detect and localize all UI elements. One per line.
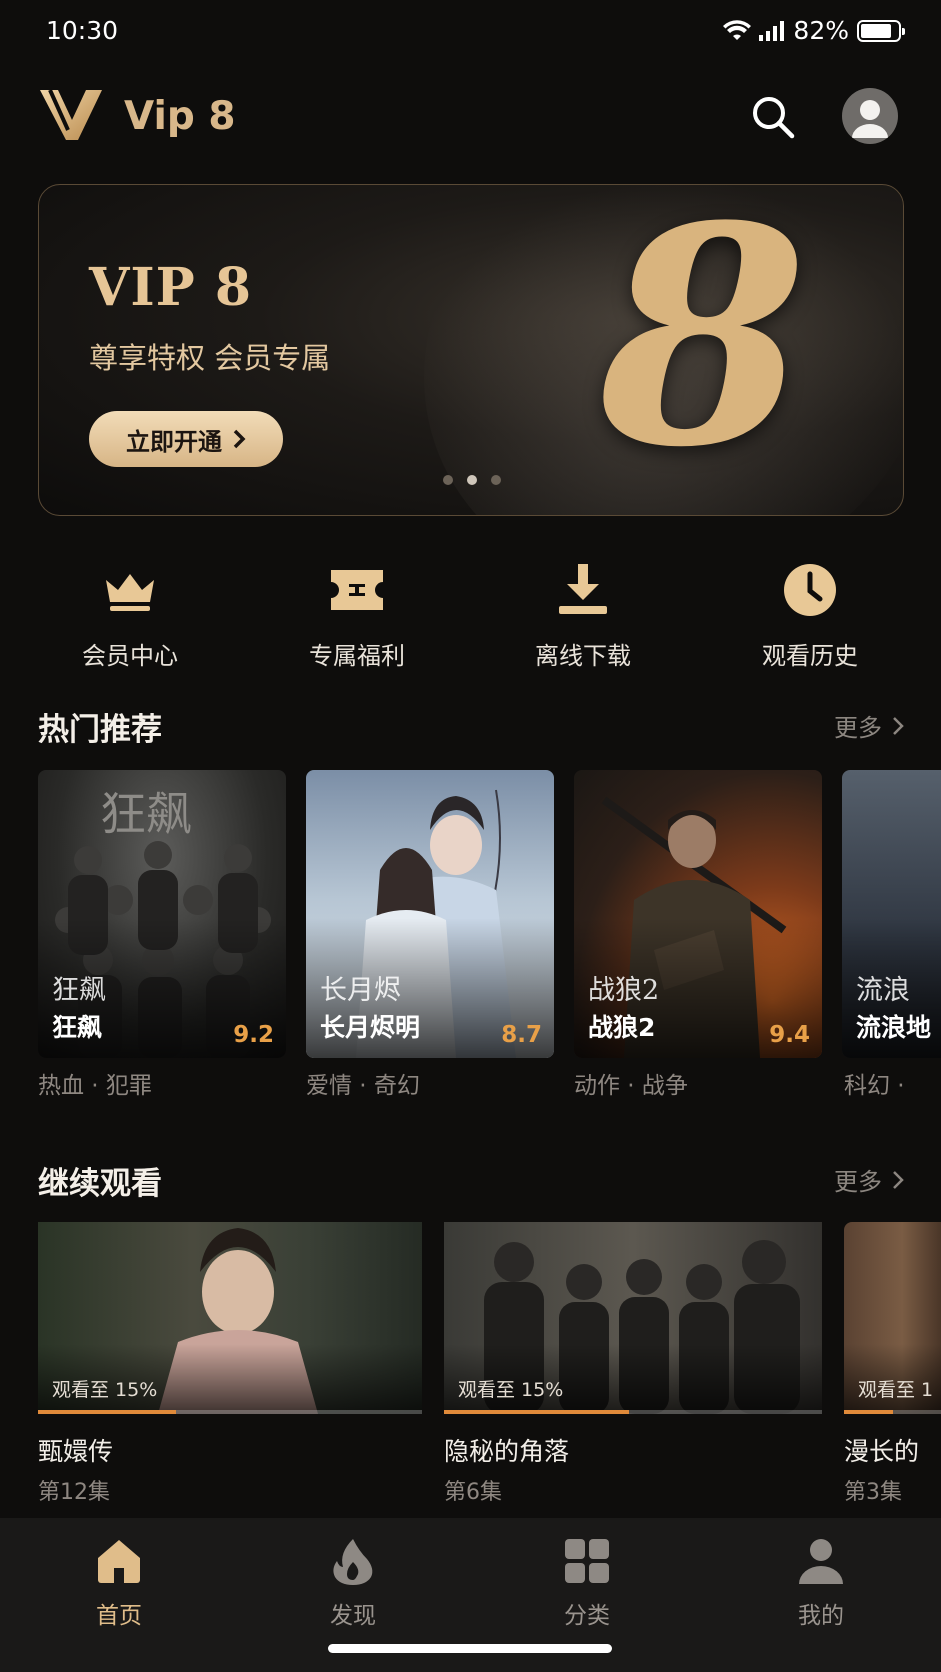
open-vip-button[interactable]: 立即开通 <box>89 411 283 467</box>
poster-title-art: 狂飙 <box>100 787 192 841</box>
more-label: 更多 <box>834 714 882 742</box>
status-time: 10:30 <box>46 16 119 45</box>
poster-name: 长月烬明 <box>320 1013 421 1042</box>
quick-label: 离线下载 <box>535 642 631 670</box>
brand-name: Vip 8 <box>124 94 236 139</box>
section-title: 继续观看 <box>38 1166 162 1202</box>
person-silhouette-icon <box>852 100 888 138</box>
crown-icon <box>106 574 154 611</box>
home-indicator[interactable] <box>328 1644 612 1653</box>
ticket-icon <box>331 570 383 610</box>
poster-card[interactable]: 战狼2 战狼2 9.4 <box>574 770 822 1058</box>
tab-label: 首页 <box>96 1603 142 1629</box>
poster-card[interactable]: 流浪 流浪地 <box>842 770 941 1058</box>
poster-score: 9.4 <box>769 1022 810 1048</box>
poster-calligraphy: 狂飙 <box>52 975 106 1006</box>
continue-card[interactable]: 观看至 1 <box>844 1222 941 1414</box>
pager-dot-active[interactable] <box>467 475 477 485</box>
chevron-right-icon <box>893 1170 904 1189</box>
battery-percent: 82% <box>793 16 849 45</box>
poster-calligraphy: 流浪 <box>856 975 910 1006</box>
progress-fill <box>444 1410 630 1414</box>
tab-label: 我的 <box>798 1603 844 1629</box>
hot-section-header: 热门推荐 更多 <box>38 704 904 748</box>
progress-text: 观看至 15% <box>52 1379 158 1401</box>
pager-dot[interactable] <box>491 475 501 485</box>
continue-episode: 第12集 <box>38 1480 110 1505</box>
home-icon <box>98 1540 140 1583</box>
continue-episode: 第6集 <box>444 1480 502 1505</box>
poster-tags: 动作 · 战争 <box>574 1073 688 1099</box>
progress-bar <box>38 1410 422 1414</box>
continue-title: 隐秘的角落 <box>444 1437 570 1466</box>
continue-title: 漫长的 <box>844 1437 920 1466</box>
poster-calligraphy: 战狼2 <box>588 975 660 1006</box>
wifi-icon <box>723 19 752 40</box>
status-right: 82% <box>723 16 905 45</box>
continue-section-header: 继续观看 更多 <box>38 1158 904 1202</box>
tab-home[interactable]: 首页 <box>59 1536 179 1630</box>
battery-icon <box>857 19 905 42</box>
poster-name: 狂飙 <box>52 1013 103 1042</box>
poster-tags: 科幻 · <box>844 1073 905 1099</box>
progress-fill <box>38 1410 177 1414</box>
person-icon <box>799 1539 843 1584</box>
banner-title: VIP 8 <box>89 257 253 318</box>
more-label: 更多 <box>834 1168 882 1196</box>
quick-label: 会员中心 <box>82 642 178 670</box>
banner-subtitle: 尊享特权 会员专属 <box>89 341 331 375</box>
quick-actions: 会员中心 专属福利 离线下载 观看历史 <box>0 560 941 670</box>
progress-fill <box>844 1410 893 1414</box>
tab-mine[interactable]: 我的 <box>761 1536 881 1630</box>
section-title: 热门推荐 <box>38 712 162 748</box>
poster-tags: 热血 · 犯罪 <box>38 1073 152 1099</box>
poster-calligraphy: 长月烬 <box>320 975 401 1006</box>
hot-more-link[interactable]: 更多 <box>834 708 904 743</box>
continue-title: 甄嬛传 <box>38 1437 114 1466</box>
progress-text: 观看至 1 <box>858 1379 934 1401</box>
poster-card[interactable]: 长月烬 长月烬明 8.7 <box>306 770 554 1058</box>
banner-big-numeral: 8 <box>599 184 808 513</box>
progress-bar <box>444 1410 822 1414</box>
signal-icon <box>759 20 785 41</box>
continue-card[interactable]: 观看至 15% <box>444 1222 822 1414</box>
search-icon[interactable] <box>748 92 798 142</box>
download-icon <box>559 564 607 614</box>
grid-icon <box>565 1539 609 1583</box>
quick-offline-download[interactable]: 离线下载 <box>493 560 673 671</box>
status-bar: 10:30 82% <box>0 0 941 64</box>
continue-card[interactable]: 观看至 15% <box>38 1222 422 1414</box>
poster-score: 9.2 <box>233 1022 274 1048</box>
quick-exclusive-benefits[interactable]: 专属福利 <box>267 560 447 671</box>
quick-member-center[interactable]: 会员中心 <box>40 560 220 671</box>
progress-bar <box>844 1410 941 1414</box>
progress-text: 观看至 15% <box>458 1379 564 1401</box>
user-avatar-icon[interactable] <box>842 88 898 144</box>
chevron-right-icon <box>893 716 904 735</box>
banner-pager[interactable] <box>443 475 501 485</box>
battery-fill <box>861 23 891 38</box>
continue-more-link[interactable]: 更多 <box>834 1162 904 1197</box>
quick-label: 观看历史 <box>762 642 858 670</box>
poster-tags: 爱情 · 奇幻 <box>306 1073 420 1099</box>
continue-episode: 第3集 <box>844 1480 902 1505</box>
quick-watch-history[interactable]: 观看历史 <box>720 560 900 671</box>
tab-category[interactable]: 分类 <box>527 1536 647 1630</box>
chevron-right-icon <box>233 429 246 449</box>
vip-banner[interactable]: VIP 8 尊享特权 会员专属 立即开通 8 <box>38 184 904 516</box>
app-header: Vip 8 <box>0 80 941 156</box>
clock-icon <box>784 564 836 616</box>
poster-score: 8.7 <box>501 1022 542 1048</box>
quick-label: 专属福利 <box>309 642 405 670</box>
pager-dot[interactable] <box>443 475 453 485</box>
flame-icon <box>333 1539 373 1585</box>
poster-card[interactable]: 狂飙 狂飙 狂飙 9.2 <box>38 770 286 1058</box>
vip-v-logo-icon[interactable] <box>40 88 102 142</box>
tab-discover[interactable]: 发现 <box>293 1536 413 1630</box>
poster-name: 战狼2 <box>588 1013 656 1042</box>
open-vip-button-label: 立即开通 <box>126 427 222 456</box>
poster-name: 流浪地 <box>856 1013 932 1042</box>
tab-label: 发现 <box>330 1603 376 1629</box>
tab-label: 分类 <box>564 1603 610 1629</box>
